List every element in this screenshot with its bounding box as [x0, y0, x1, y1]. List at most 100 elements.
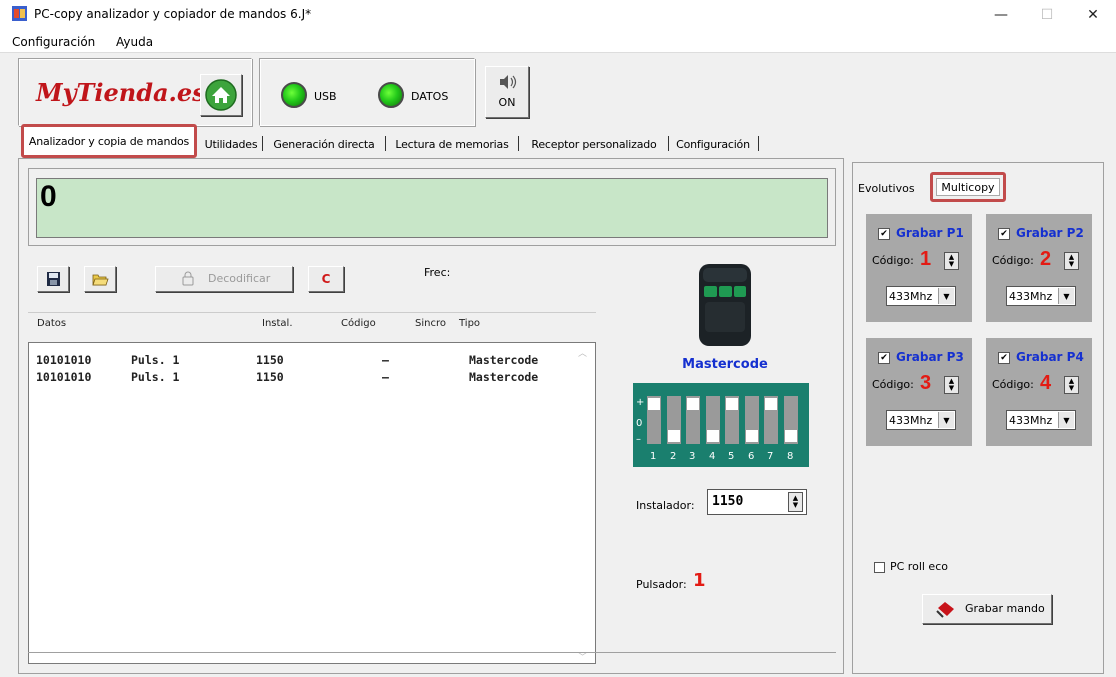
close-button[interactable]: ✕	[1070, 0, 1116, 30]
row-instal[interactable]: 1150	[256, 370, 284, 384]
pulsador-value: 1	[693, 570, 706, 591]
frequency-value: 433Mhz	[1009, 413, 1053, 427]
grabar-checkbox[interactable]: ✔	[878, 228, 890, 240]
row-instal[interactable]: 1150	[256, 353, 284, 367]
codigo-spinner[interactable]: ▲ ▼	[1064, 376, 1079, 394]
grabar-checkbox[interactable]: ✔	[878, 352, 890, 364]
open-button[interactable]	[84, 266, 116, 292]
row-codigo[interactable]: –	[382, 370, 389, 384]
tab-generacion-directa[interactable]: Generación directa	[268, 133, 380, 155]
row-datos[interactable]: 10101010	[36, 370, 91, 384]
row-codigo[interactable]: –	[382, 353, 389, 367]
tab-evolutivos[interactable]: Evolutivos	[858, 182, 915, 195]
tab-separator	[518, 136, 519, 151]
folder-open-icon	[92, 274, 109, 286]
pc-roll-eco-checkbox[interactable]	[874, 562, 885, 573]
column-sincro[interactable]: Sincro	[415, 318, 446, 329]
frequency-select[interactable]: 433Mhz ▼	[886, 410, 956, 430]
tab-receptor-personalizado[interactable]: Receptor personalizado	[525, 133, 663, 155]
instalador-value: 1150	[712, 494, 744, 509]
dip-plus-label: +	[636, 397, 645, 408]
frequency-select[interactable]: 433Mhz ▼	[886, 286, 956, 306]
table-header	[28, 312, 596, 341]
tab-multicopy[interactable]: Multicopy	[936, 178, 1000, 196]
clear-button[interactable]: C	[308, 266, 344, 292]
status-bar	[28, 652, 836, 675]
menu-configuracion[interactable]: Configuración	[12, 35, 95, 49]
instalador-spinner[interactable]: ▲ ▼	[788, 492, 803, 512]
instalador-label: Instalador:	[636, 499, 695, 512]
dip-switch-knob[interactable]	[707, 430, 719, 442]
dip-switch-knob[interactable]	[648, 398, 660, 410]
row-puls[interactable]: Puls. 1	[131, 370, 179, 384]
decodificar-button[interactable]: Decodificar	[155, 266, 293, 292]
dip-number-label: 3	[689, 451, 696, 462]
remote-name: Mastercode	[682, 357, 768, 372]
dip-switch-knob[interactable]	[765, 398, 777, 410]
usb-label: USB	[314, 90, 337, 103]
scroll-up-icon[interactable]: ︿	[578, 346, 590, 359]
data-list[interactable]	[28, 342, 596, 664]
dip-number-label: 2	[670, 451, 677, 462]
codigo-label: Código:	[872, 254, 914, 267]
save-button[interactable]	[37, 266, 69, 292]
row-puls[interactable]: Puls. 1	[131, 353, 179, 367]
tab-lectura-memorias[interactable]: Lectura de memorias	[392, 133, 512, 155]
codigo-spinner[interactable]: ▲ ▼	[944, 376, 959, 394]
home-button[interactable]	[200, 74, 242, 116]
dip-number-label: 4	[709, 451, 716, 462]
dip-minus-label: –	[636, 434, 641, 445]
codigo-spinner[interactable]: ▲ ▼	[944, 252, 959, 270]
tab-separator	[385, 136, 386, 151]
dip-switch-knob[interactable]	[687, 398, 699, 410]
row-tipo[interactable]: Mastercode	[469, 353, 538, 367]
grabar-checkbox[interactable]: ✔	[998, 352, 1010, 364]
frequency-select[interactable]: 433Mhz ▼	[1006, 410, 1076, 430]
tab-analizador[interactable]: Analizador y copia de mandos	[21, 124, 197, 158]
code-display	[36, 178, 828, 238]
tab-configuracion[interactable]: Configuración	[673, 133, 753, 155]
menu-bar	[0, 30, 1116, 53]
frequency-select[interactable]: 433Mhz ▼	[1006, 286, 1076, 306]
sound-state-label: ON	[498, 96, 516, 109]
grabar-mando-label: Grabar mando	[965, 602, 1045, 615]
dip-switch-knob[interactable]	[746, 430, 758, 442]
tab-separator	[262, 136, 263, 151]
remote-write-icon	[936, 602, 954, 618]
dip-switch-knob[interactable]	[785, 430, 797, 442]
window-title: PC-copy analizador y copiador de mandos …	[34, 7, 312, 21]
codigo-value: 3	[920, 372, 932, 394]
codigo-label: Código:	[872, 378, 914, 391]
column-tipo[interactable]: Tipo	[459, 318, 480, 329]
dip-number-label: 1	[650, 451, 657, 462]
frequency-value: 433Mhz	[1009, 289, 1053, 303]
grabar-slot-label: Grabar P1	[896, 226, 964, 240]
menu-ayuda[interactable]: Ayuda	[116, 35, 153, 49]
dip-number-label: 8	[787, 451, 794, 462]
dip-switch-knob[interactable]	[668, 430, 680, 442]
grabar-slot-label: Grabar P2	[1016, 226, 1084, 240]
sound-button[interactable]: ON	[485, 66, 529, 118]
row-tipo[interactable]: Mastercode	[469, 370, 538, 384]
tab-separator	[758, 136, 759, 151]
column-datos[interactable]: Datos	[37, 318, 66, 329]
dip-number-label: 6	[748, 451, 755, 462]
pc-roll-eco-label: PC roll eco	[890, 560, 948, 573]
dip-switch-knob[interactable]	[726, 398, 738, 410]
decodificar-label: Decodificar	[208, 272, 271, 285]
logo: MyTienda.es	[36, 78, 206, 107]
codigo-spinner[interactable]: ▲ ▼	[1064, 252, 1079, 270]
tab-utilidades[interactable]: Utilidades	[203, 133, 259, 155]
frec-label: Frec:	[424, 266, 451, 279]
column-instal[interactable]: Instal.	[262, 318, 293, 329]
maximize-button[interactable]: ☐	[1024, 0, 1070, 30]
grabar-checkbox[interactable]: ✔	[998, 228, 1010, 240]
row-datos[interactable]: 10101010	[36, 353, 91, 367]
column-codigo[interactable]: Código	[341, 318, 376, 329]
grabar-slot-label: Grabar P3	[896, 350, 964, 364]
codigo-label: Código:	[992, 378, 1034, 391]
grabar-mando-button[interactable]: Grabar mando	[922, 594, 1052, 624]
datos-led-icon	[378, 82, 404, 108]
minimize-button[interactable]: —	[978, 0, 1024, 30]
speaker-icon	[500, 75, 517, 89]
